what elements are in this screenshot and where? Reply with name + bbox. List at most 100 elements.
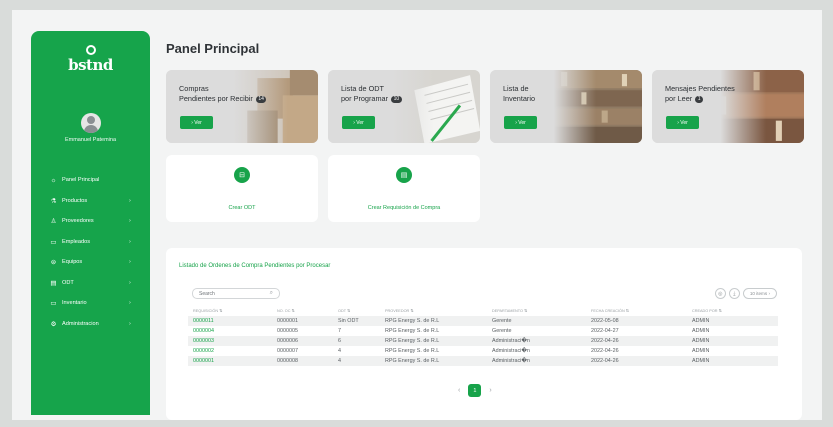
prev-page-button[interactable]: ‹ <box>458 387 460 394</box>
count-badge: 1 <box>695 95 703 103</box>
cell-creado-por: ADMIN <box>692 348 710 354</box>
table-row[interactable]: 0000002 0000007 4 RPG Energy S. de R.L A… <box>188 346 778 356</box>
card-title-line: Compras <box>179 84 209 93</box>
cell-odt: 6 <box>333 336 380 346</box>
cell-fecha: 2022-05-08 <box>586 316 687 326</box>
sidebar-item-equipos[interactable]: ⊜ Equipos › <box>31 252 150 273</box>
sidebar-item-empleados[interactable]: ▭ Empleados › <box>31 232 150 253</box>
ver-mensajes-button[interactable]: › Ver <box>666 116 699 129</box>
cell-proveedor: RPG Energy S. de R.L <box>380 356 487 366</box>
cell-no-oc: 0000001 <box>272 316 333 326</box>
column-header-odt[interactable]: ODT ⇅ <box>333 304 380 316</box>
sidebar-item-inventario[interactable]: ▭ Inventario › <box>31 293 150 314</box>
items-per-page-select[interactable]: 10 items › <box>742 288 777 299</box>
table-tools: ◎ ⤓ 10 items › <box>714 288 777 299</box>
page-number-button[interactable]: 1 <box>468 384 482 397</box>
sidebar-item-odt[interactable]: ▤ ODT › <box>31 273 150 294</box>
sidebar-item-panel-principal[interactable]: ☼ Panel Principal <box>31 170 150 191</box>
pagination: ‹ 1 › <box>458 384 492 397</box>
purchase-orders-panel: Listado de Ordenes de Compra Pendientes … <box>166 248 802 420</box>
table-row[interactable]: 0000003 0000006 6 RPG Energy S. de R.L A… <box>188 336 778 346</box>
sidebar-item-label: Proveedores <box>62 218 94 225</box>
create-requisition-label: Crear Requisición de Compra <box>367 205 441 211</box>
avatar-head-shape <box>87 116 95 124</box>
column-header-proveedor[interactable]: PROVEEDOR ⇅ <box>380 304 487 316</box>
card-compras-pendientes: Compras Pendientes por Recibir 14 › Ver <box>166 70 318 143</box>
cell-departamento: Gerente <box>487 316 586 326</box>
sidebar-item-productos[interactable]: ⚗ Productos › <box>31 191 150 212</box>
ver-inventario-button[interactable]: › Ver <box>504 116 537 129</box>
table-row[interactable]: 0000004 0000005 7 RPG Energy S. de R.L G… <box>188 326 778 336</box>
column-header-fecha-creacion[interactable]: FECHA CREACIÓN ⇅ <box>586 304 687 316</box>
dashboard-icon: ☼ <box>50 176 57 184</box>
sidebar-item-administracion[interactable]: ⚙ Administracion › <box>31 314 150 335</box>
sidebar-item-label: ODT <box>62 279 74 286</box>
create-requisition-card[interactable]: ▤ Crear Requisición de Compra <box>328 155 480 222</box>
card-title: Compras Pendientes por Recibir 14 <box>179 84 267 104</box>
card-title-line: Lista de ODT <box>341 84 384 93</box>
brand-logo[interactable]: bstnd <box>31 45 150 74</box>
avatar[interactable] <box>81 113 101 133</box>
cell-no-oc: 0000007 <box>277 348 298 354</box>
sidebar-item-label: Productos <box>62 197 88 204</box>
ver-compras-button[interactable]: › Ver <box>180 116 213 129</box>
cell-departamento: Administraci�n <box>492 348 530 354</box>
page-title: Panel Principal <box>166 41 260 56</box>
employees-icon: ▭ <box>50 238 57 246</box>
table-row[interactable]: 0000011 0000001 Sin ODT RPG Energy S. de… <box>188 316 778 326</box>
cell-proveedor: RPG Energy S. de R.L <box>385 328 440 334</box>
ver-odt-button[interactable]: › Ver <box>342 116 375 129</box>
cell-odt: 4 <box>338 348 341 354</box>
table-row[interactable]: 0000001 0000008 4 RPG Energy S. de R.L A… <box>188 356 778 366</box>
cell-creado-por: ADMIN <box>692 328 710 334</box>
chevron-right-icon: › <box>129 197 131 204</box>
requisition-link[interactable]: 0000002 <box>188 346 272 356</box>
cell-creado-por: ADMIN <box>687 316 778 326</box>
next-page-button[interactable]: › <box>489 387 491 394</box>
search-input[interactable]: Search ⌕ <box>192 288 280 299</box>
sidebar-item-proveedores[interactable]: ♙ Proveedores › <box>31 211 150 232</box>
download-icon[interactable]: ⤓ <box>728 288 740 299</box>
chevron-right-icon: › <box>129 279 131 286</box>
card-title-line: por Leer <box>665 94 693 103</box>
panel-title: Listado de Ordenes de Compra Pendientes … <box>179 263 331 269</box>
cell-fecha: 2022-04-26 <box>591 348 619 354</box>
chevron-right-icon: › <box>129 320 131 327</box>
sidebar: bstnd Emmanuel Patemina ☼ Panel Principa… <box>31 31 150 415</box>
chevron-right-icon: › <box>129 259 131 266</box>
card-title: Lista de Inventario <box>503 84 535 104</box>
requisition-link[interactable]: 0000011 <box>188 316 272 326</box>
column-header-departamento[interactable]: DEPARTAMENTO ⇅ <box>487 304 586 316</box>
products-icon: ⚗ <box>50 197 57 205</box>
cell-odt: Sin ODT <box>333 316 380 326</box>
card-title-line: Inventario <box>503 94 536 103</box>
card-lista-odt: Lista de ODT por Programar 10 › Ver <box>328 70 480 143</box>
create-requisition-icon: ▤ <box>396 167 412 183</box>
requisition-link[interactable]: 0000001 <box>188 356 272 366</box>
cell-creado-por: ADMIN <box>687 356 778 366</box>
card-lista-inventario: Lista de Inventario › Ver <box>490 70 642 143</box>
column-header-no-oc[interactable]: NO. OC ⇅ <box>272 304 333 316</box>
columns-toggle-icon[interactable]: ◎ <box>714 288 726 299</box>
odt-icon: ▤ <box>50 279 57 287</box>
create-odt-card[interactable]: ⊟ Crear ODT <box>166 155 318 222</box>
card-title-line: por Programar <box>341 94 389 103</box>
cell-fecha: 2022-04-27 <box>591 328 619 334</box>
sidebar-item-label: Equipos <box>62 259 83 266</box>
logo-mark-icon <box>85 45 96 55</box>
sidebar-item-label: Panel Principal <box>62 177 100 184</box>
equipment-icon: ⊜ <box>50 259 57 267</box>
search-icon: ⌕ <box>269 290 273 296</box>
card-title: Mensajes Pendientes por Leer 1 <box>665 84 735 104</box>
table-header-row: REQUISICIÓN ⇅ NO. OC ⇅ ODT ⇅ PROVEEDOR ⇅… <box>188 304 778 316</box>
requisition-link[interactable]: 0000004 <box>188 326 272 336</box>
sidebar-item-label: Inventario <box>62 300 87 307</box>
cell-departamento: Administraci�n <box>487 356 586 366</box>
requisition-link[interactable]: 0000003 <box>188 336 272 346</box>
column-header-requisicion[interactable]: REQUISICIÓN ⇅ <box>188 304 272 316</box>
column-header-creado-por[interactable]: CREADO POR ⇅ <box>687 304 778 316</box>
cell-creado-por: ADMIN <box>687 336 778 346</box>
card-title-line: Lista de <box>503 84 529 93</box>
cell-fecha: 2022-04-26 <box>586 356 687 366</box>
purchase-orders-table: REQUISICIÓN ⇅ NO. OC ⇅ ODT ⇅ PROVEEDOR ⇅… <box>188 304 778 366</box>
